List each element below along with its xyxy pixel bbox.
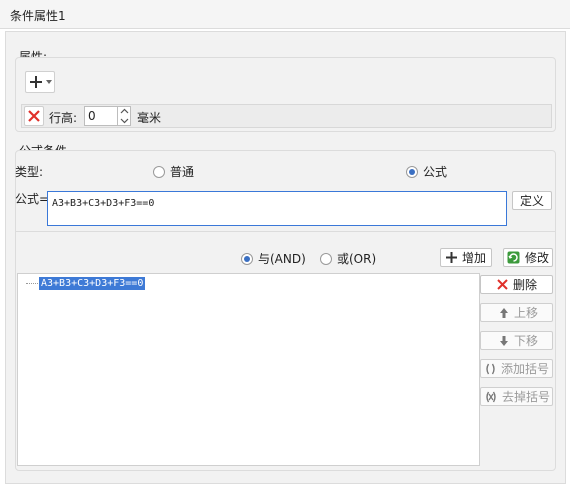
- delete-button[interactable]: 删除: [480, 275, 553, 294]
- move-up-button[interactable]: 上移: [480, 303, 553, 322]
- radio-or[interactable]: [320, 252, 332, 265]
- type-option-formula-label: 公式: [423, 165, 448, 179]
- row-height-value: 0: [88, 109, 96, 123]
- remove-parentheses-icon: [486, 391, 496, 402]
- delete-button-label: 删除: [513, 278, 538, 292]
- title-bar: [0, 0, 570, 29]
- radio-normal[interactable]: [153, 165, 165, 178]
- type-label: 类型:: [15, 165, 44, 179]
- move-up-label: 上移: [514, 306, 539, 320]
- logic-option-and-label: 与(AND): [258, 252, 306, 266]
- chevron-down-icon: [45, 80, 52, 84]
- remove-bracket-label: 去掉括号: [502, 390, 551, 404]
- define-button[interactable]: 定义: [512, 191, 552, 210]
- radio-formula[interactable]: [406, 165, 418, 178]
- formula-input[interactable]: A3+B3+C3+D3+F3==0: [47, 191, 507, 226]
- row-height-unit: 毫米: [137, 111, 162, 125]
- condition-list[interactable]: A3+B3+C3+D3+F3==0: [17, 273, 480, 466]
- condition-tree-line: [26, 283, 38, 284]
- plus-icon: [445, 252, 457, 263]
- row-height-spinner[interactable]: [118, 106, 131, 126]
- logic-option-or[interactable]: 或(OR): [320, 250, 376, 267]
- add-condition-label: 增加: [461, 251, 486, 265]
- window-title: 条件属性1: [10, 9, 66, 23]
- plus-icon: [29, 76, 42, 88]
- parentheses-icon: [486, 363, 495, 374]
- add-condition-button[interactable]: 增加: [440, 248, 492, 267]
- arrow-down-icon: [500, 335, 508, 346]
- radio-and[interactable]: [241, 252, 253, 265]
- remove-bracket-button[interactable]: 去掉括号: [480, 387, 553, 406]
- define-button-label: 定义: [519, 194, 544, 208]
- move-down-button[interactable]: 下移: [480, 331, 553, 350]
- row-height-input[interactable]: 0: [84, 106, 118, 126]
- type-option-normal-label: 普通: [170, 165, 195, 179]
- formula-value: A3+B3+C3+D3+F3==0: [52, 198, 155, 209]
- arrow-up-icon: [500, 307, 508, 318]
- row-height-label: 行高:: [49, 111, 78, 125]
- add-bracket-label: 添加括号: [501, 362, 550, 376]
- condition-list-item-text: A3+B3+C3+D3+F3==0: [41, 278, 144, 289]
- type-option-normal[interactable]: 普通: [153, 163, 194, 180]
- logic-option-or-label: 或(OR): [337, 252, 377, 266]
- formula-label: 公式=: [15, 192, 50, 206]
- type-option-formula[interactable]: 公式: [406, 163, 447, 180]
- separator: [15, 231, 556, 232]
- condition-list-item[interactable]: A3+B3+C3+D3+F3==0: [39, 277, 146, 290]
- close-icon: [28, 110, 40, 122]
- remove-property-button[interactable]: [24, 106, 44, 126]
- spin-up-icon[interactable]: [119, 107, 130, 116]
- add-bracket-button[interactable]: 添加括号: [480, 359, 553, 378]
- modify-icon: [507, 251, 520, 264]
- logic-option-and[interactable]: 与(AND): [241, 250, 306, 267]
- spin-down-icon[interactable]: [119, 116, 130, 125]
- modify-condition-label: 修改: [524, 251, 549, 265]
- add-property-dropdown[interactable]: [25, 71, 55, 93]
- close-icon: [497, 279, 508, 290]
- modify-condition-button[interactable]: 修改: [503, 248, 553, 267]
- move-down-label: 下移: [514, 334, 539, 348]
